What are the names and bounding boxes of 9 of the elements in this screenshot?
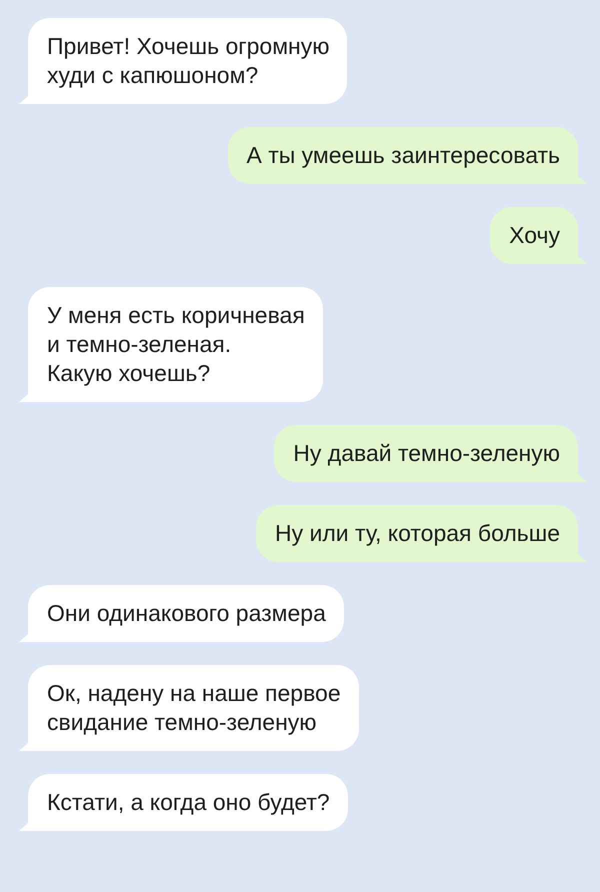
message-bubble: У меня есть коричневая и темно-зеленая. Какую хочешь? — [28, 287, 323, 402]
message-bubble: Привет! Хочешь огромную худи с капюшоном? — [28, 18, 348, 104]
message-bubble: Хочу — [490, 207, 578, 264]
message-bubble: Они одинакового размера — [28, 585, 344, 642]
message-bubble: Ну или ту, которая больше — [256, 505, 578, 562]
message-bubble: Ну давай темно-зеленую — [274, 425, 578, 482]
message-bubble: А ты умеешь заинтересовать — [228, 127, 578, 184]
message-bubble: Кстати, а когда оно будет? — [28, 774, 348, 831]
message-bubble: Ок, надену на наше первое свидание темно-зеленую — [28, 665, 359, 751]
